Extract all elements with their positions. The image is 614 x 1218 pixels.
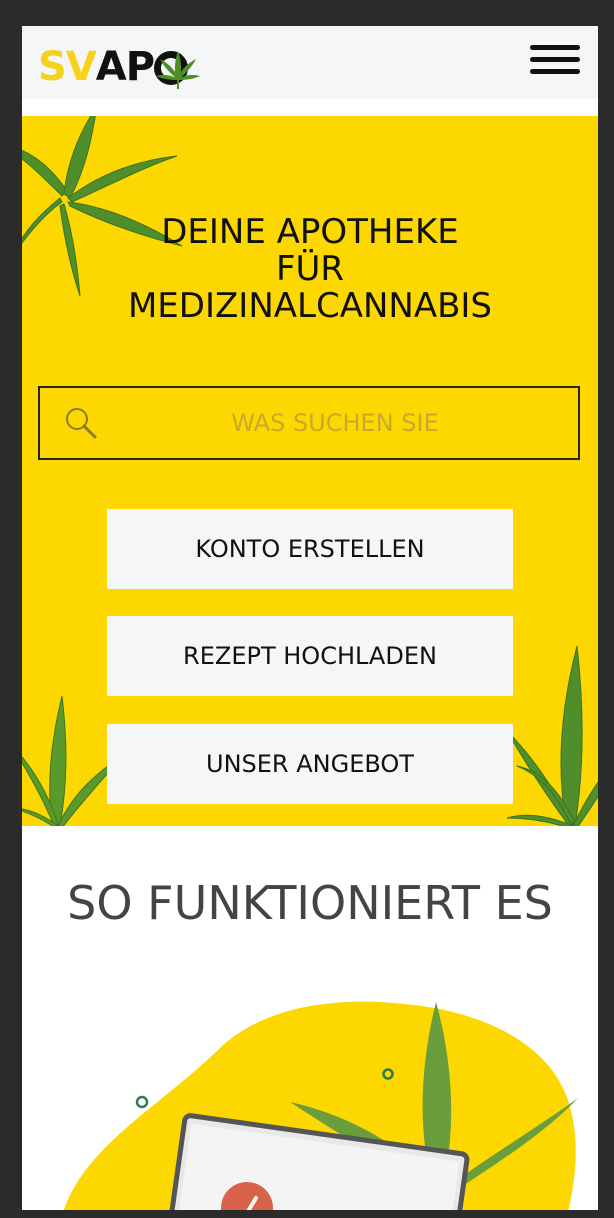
hero-section: DEINE APOTHEKE FÜR MEDIZINALCANNABIS KON… xyxy=(22,116,598,826)
hamburger-menu-icon[interactable] xyxy=(530,45,580,79)
search-box[interactable] xyxy=(38,386,580,460)
create-account-button[interactable]: KONTO ERSTELLEN xyxy=(107,509,513,589)
hero-title-line: MEDIZINALCANNABIS xyxy=(127,286,493,326)
svapo-logo[interactable]: SV AP xyxy=(38,42,201,92)
our-offer-button[interactable]: UNSER ANGEBOT xyxy=(107,724,513,804)
logo-leaf-o-icon xyxy=(154,45,201,89)
logo-sv-text: SV xyxy=(38,44,97,90)
section-title: SO FUNKTIONIERT ES xyxy=(67,876,553,930)
hero-title-line: FÜR xyxy=(275,249,345,289)
hero-title-line: DEINE APOTHEKE xyxy=(161,212,459,252)
search-input[interactable] xyxy=(100,388,570,458)
page-frame: SV AP DEINE APOTHEKE FÜR MEDIZINALCANNAB… xyxy=(22,26,598,1210)
logo-ap-text: AP xyxy=(95,44,155,90)
site-header: SV AP xyxy=(22,26,598,99)
upload-prescription-button[interactable]: REZEPT HOCHLADEN xyxy=(107,616,513,696)
hero-title: DEINE APOTHEKE FÜR MEDIZINALCANNABIS xyxy=(22,214,598,325)
search-icon[interactable] xyxy=(64,406,98,440)
how-it-works-illustration xyxy=(64,1001,578,1210)
